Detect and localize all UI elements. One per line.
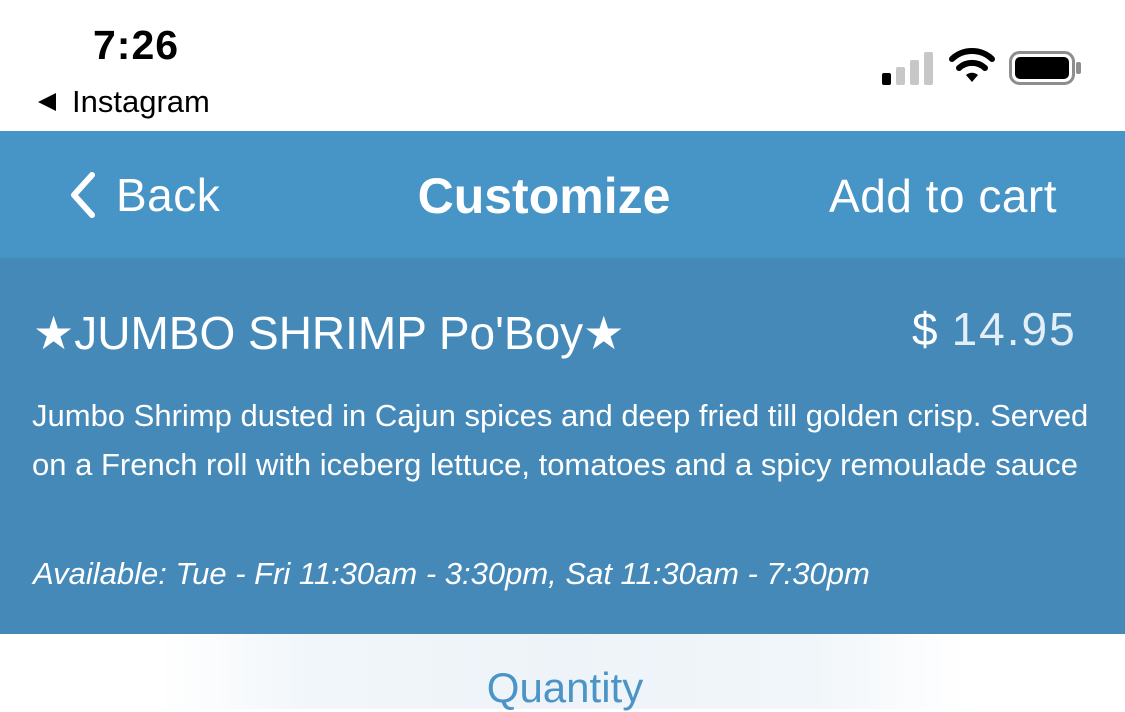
item-description: Jumbo Shrimp dusted in Cajun spices and … [32, 398, 1089, 482]
status-time: 7:26 [93, 22, 180, 68]
item-availability: Available: Tue - Fri 11:30am - 3:30pm, S… [33, 556, 870, 591]
back-to-app-label: Instagram [72, 84, 210, 119]
quantity-section: Quantity [0, 634, 1125, 711]
back-to-app-button[interactable]: Instagram [38, 84, 210, 120]
nav-bar: Back Customize Add to cart [0, 131, 1125, 258]
add-to-cart-button[interactable]: Add to cart [829, 169, 1057, 223]
battery-icon [1009, 51, 1081, 85]
cellular-signal-icon [882, 52, 934, 85]
back-triangle-icon [38, 93, 56, 111]
item-title: ★JUMBO SHRIMP Po'Boy★ [33, 307, 625, 359]
quantity-label: Quantity [486, 664, 644, 711]
item-price: $14.95 [912, 302, 1095, 356]
price-amount: 14.95 [951, 303, 1077, 355]
status-bar: 7:26 Instagram [0, 0, 1125, 131]
price-currency: $ [912, 303, 938, 355]
wifi-icon [949, 48, 995, 82]
item-info-panel: ★JUMBO SHRIMP Po'Boy★ $14.95 Jumbo Shrim… [0, 258, 1125, 634]
